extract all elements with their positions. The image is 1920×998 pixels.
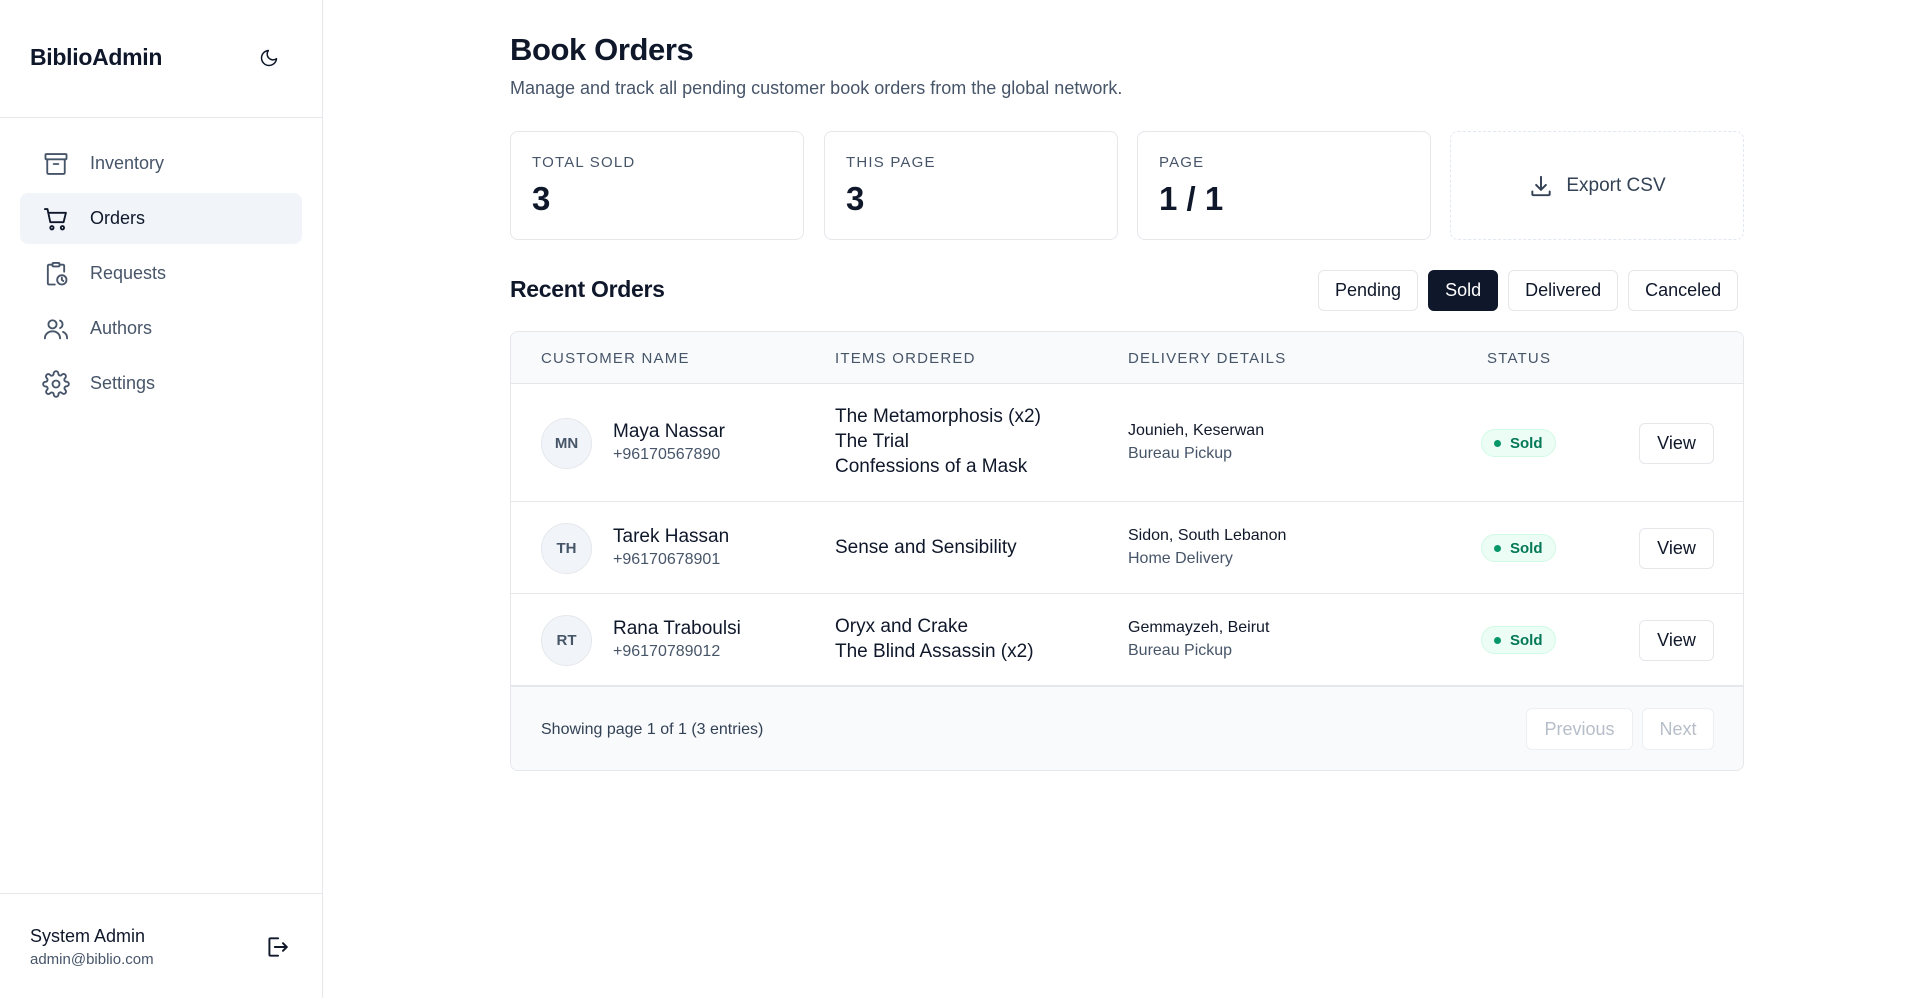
status-badge: Sold	[1481, 429, 1556, 457]
logout-icon	[268, 937, 288, 957]
user-email: admin@biblio.com	[30, 951, 154, 968]
delivery-location: Jounieh, Keserwan	[1128, 422, 1265, 439]
status-dot	[1494, 544, 1501, 552]
status-dot	[1494, 439, 1501, 447]
status-filter-group: Pending Sold Delivered Canceled	[1318, 270, 1739, 311]
filter-sold[interactable]: Sold	[1428, 270, 1499, 311]
customer-phone: +96170678901	[613, 551, 721, 568]
sidebar-item-label: Orders	[90, 208, 146, 228]
sidebar-item-label: Authors	[90, 318, 153, 338]
export-csv-button[interactable]: Export CSV	[1450, 131, 1744, 240]
delivery-method: Bureau Pickup	[1128, 642, 1233, 659]
stat-value: 3	[532, 180, 551, 217]
filter-pending[interactable]: Pending	[1318, 270, 1419, 311]
users-icon	[42, 315, 70, 343]
filter-delivered[interactable]: Delivered	[1508, 270, 1619, 311]
items-ordered: The Metamorphosis (x2) The Trial Confess…	[835, 404, 1041, 479]
avatar: TH	[541, 523, 592, 574]
avatar: RT	[541, 615, 592, 666]
stat-card-this-page: THIS PAGE 3	[824, 131, 1118, 240]
stat-value: 1 / 1	[1159, 180, 1224, 217]
status-badge: Sold	[1481, 534, 1556, 562]
stat-value: 3	[846, 180, 865, 217]
delivery-location: Gemmayzeh, Beirut	[1128, 619, 1270, 636]
table-row: TH Tarek Hassan +96170678901 Sense and S…	[511, 502, 1743, 594]
items-ordered: Sense and Sensibility	[835, 535, 1017, 560]
status-badge: Sold	[1481, 626, 1556, 654]
ordered-item: The Blind Assassin (x2)	[835, 641, 1034, 662]
column-header-customer: CUSTOMER NAME	[541, 350, 690, 367]
page-subtitle: Manage and track all pending customer bo…	[510, 78, 1123, 98]
user-name: System Admin	[30, 926, 146, 946]
pagination-summary: Showing page 1 of 1 (3 entries)	[541, 721, 764, 738]
ordered-item: The Metamorphosis (x2)	[835, 406, 1041, 427]
column-header-delivery: DELIVERY DETAILS	[1128, 350, 1287, 367]
customer-phone: +96170789012	[613, 643, 721, 660]
sidebar: BiblioAdmin Inventory Orders Requests Au…	[0, 0, 323, 998]
moon-icon	[260, 49, 278, 67]
previous-page-button[interactable]: Previous	[1526, 708, 1633, 750]
table-row: RT Rana Traboulsi +96170789012 Oryx and …	[511, 594, 1743, 686]
column-header-items: ITEMS ORDERED	[835, 350, 976, 367]
sidebar-item-authors[interactable]: Authors	[20, 303, 302, 354]
stat-card-page: PAGE 1 / 1	[1137, 131, 1431, 240]
export-csv-label: Export CSV	[1566, 174, 1666, 196]
table-header: CUSTOMER NAME ITEMS ORDERED DELIVERY DET…	[511, 332, 1743, 384]
ordered-item: The Trial	[835, 431, 909, 452]
customer-name: Tarek Hassan	[613, 526, 730, 547]
sidebar-item-requests[interactable]: Requests	[20, 248, 302, 299]
ordered-item: Confessions of a Mask	[835, 456, 1028, 477]
stat-card-total-sold: TOTAL SOLD 3	[510, 131, 804, 240]
sidebar-item-inventory[interactable]: Inventory	[20, 138, 302, 189]
stat-label: TOTAL SOLD	[532, 154, 636, 171]
sidebar-header: BiblioAdmin	[0, 0, 322, 118]
sidebar-item-label: Settings	[90, 373, 156, 393]
ordered-item: Oryx and Crake	[835, 616, 969, 637]
status-label: Sold	[1510, 434, 1543, 452]
download-icon	[1531, 175, 1552, 196]
customer-name: Rana Traboulsi	[613, 618, 741, 639]
delivery-location: Sidon, South Lebanon	[1128, 527, 1287, 544]
status-label: Sold	[1510, 631, 1543, 649]
orders-table: CUSTOMER NAME ITEMS ORDERED DELIVERY DET…	[510, 331, 1744, 771]
sidebar-item-label: Requests	[90, 263, 167, 283]
delivery-method: Home Delivery	[1128, 550, 1233, 567]
customer-phone: +96170567890	[613, 446, 721, 463]
customer-name: Maya Nassar	[613, 421, 725, 442]
brand-logo[interactable]: BiblioAdmin	[30, 44, 162, 71]
page-title: Book Orders	[510, 32, 694, 67]
archive-box-icon	[42, 150, 70, 178]
sidebar-footer: System Admin admin@biblio.com	[0, 893, 323, 998]
theme-toggle-button[interactable]	[255, 44, 283, 72]
ordered-item: Sense and Sensibility	[835, 537, 1017, 558]
table-row: MN Maya Nassar +96170567890 The Metamorp…	[511, 384, 1743, 502]
view-order-button[interactable]: View	[1639, 620, 1714, 661]
status-dot	[1494, 636, 1501, 644]
gear-icon	[42, 369, 70, 398]
sidebar-item-orders[interactable]: Orders	[20, 193, 302, 244]
filter-canceled[interactable]: Canceled	[1628, 270, 1739, 311]
delivery-method: Bureau Pickup	[1128, 445, 1233, 462]
table-footer: Showing page 1 of 1 (3 entries) Previous…	[511, 686, 1743, 770]
sidebar-item-settings[interactable]: Settings	[20, 358, 302, 409]
shopping-cart-icon	[42, 205, 70, 233]
logout-button[interactable]	[262, 932, 292, 962]
next-page-button[interactable]: Next	[1642, 708, 1714, 750]
column-header-status: STATUS	[1487, 350, 1552, 367]
view-order-button[interactable]: View	[1639, 423, 1714, 464]
stat-label: THIS PAGE	[846, 154, 936, 171]
sidebar-nav: Inventory Orders Requests Authors Settin…	[20, 138, 302, 413]
clipboard-clock-icon	[42, 260, 70, 288]
avatar: MN	[541, 418, 592, 469]
stat-label: PAGE	[1159, 154, 1205, 171]
status-label: Sold	[1510, 539, 1543, 557]
items-ordered: Oryx and Crake The Blind Assassin (x2)	[835, 614, 1034, 664]
view-order-button[interactable]: View	[1639, 528, 1714, 569]
section-title: Recent Orders	[510, 276, 665, 302]
sidebar-item-label: Inventory	[90, 153, 165, 173]
